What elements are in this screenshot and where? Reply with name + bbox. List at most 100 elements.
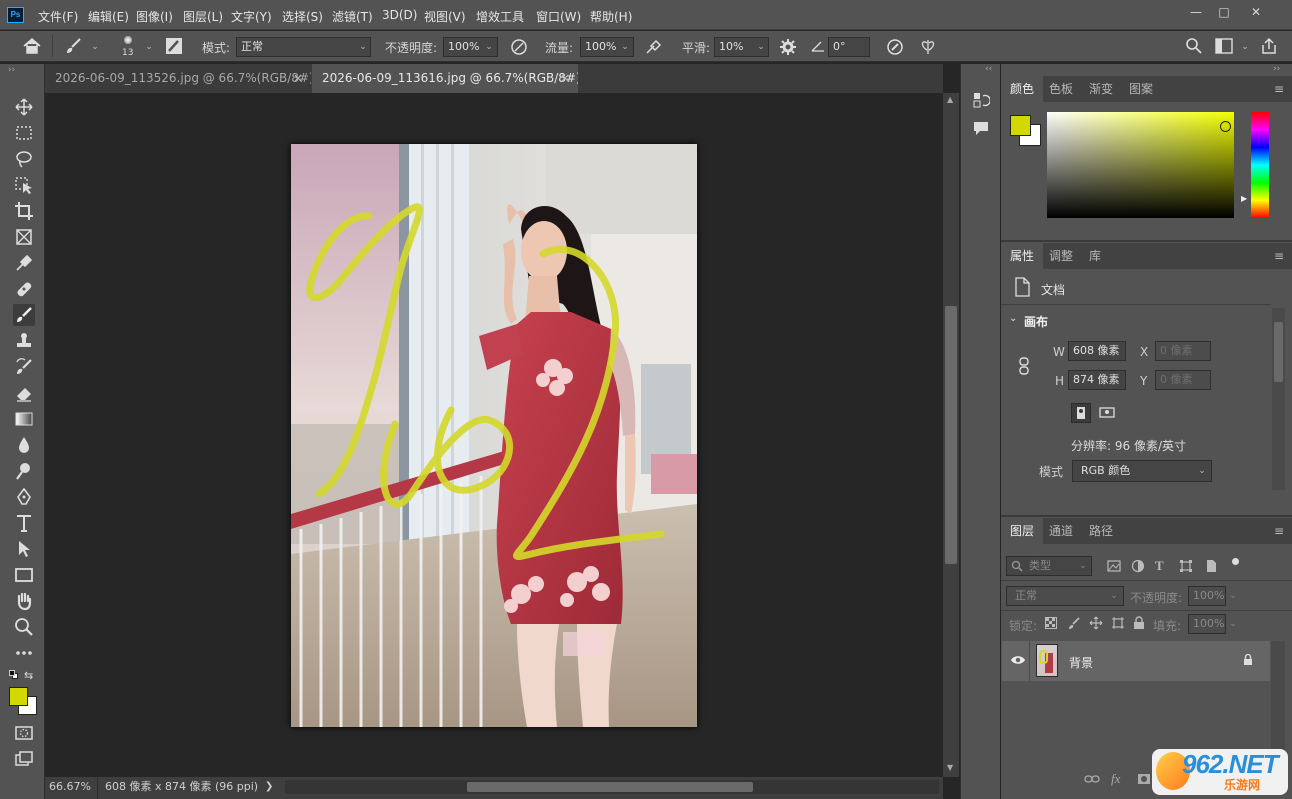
status-menu-arrow-icon[interactable]: ❯ xyxy=(265,778,273,796)
more-tools-icon[interactable] xyxy=(13,642,35,664)
dodge-tool-icon[interactable] xyxy=(13,460,35,482)
lock-pixels-icon[interactable] xyxy=(1067,616,1081,630)
comments-panel-icon[interactable] xyxy=(972,119,990,137)
tab-properties[interactable]: 属性 xyxy=(1001,243,1044,269)
brush-settings-icon[interactable] xyxy=(165,37,183,55)
smoothing-dropdown-icon[interactable]: ⌄ xyxy=(754,38,768,56)
minimize-button[interactable]: — xyxy=(1184,4,1208,20)
menu-edit[interactable]: 编辑(E) xyxy=(88,8,129,25)
pressure-size-icon[interactable] xyxy=(885,37,905,57)
filter-type-icon[interactable]: T xyxy=(1155,558,1164,574)
layer-opacity-input[interactable]: 100% xyxy=(1188,586,1226,606)
mode-select[interactable]: 正常 xyxy=(236,37,371,57)
object-selection-tool-icon[interactable] xyxy=(13,174,35,196)
expand-panel-icon[interactable]: ›› xyxy=(1273,64,1280,74)
document-tab-1[interactable]: 2026-06-09_113526.jpg @ 66.7%(RGB/8#) * … xyxy=(45,64,311,93)
menu-file[interactable]: 文件(F) xyxy=(38,8,78,25)
tab-swatches[interactable]: 色板 xyxy=(1040,76,1082,102)
color-mode-select[interactable]: RGB 颜色 xyxy=(1072,460,1212,482)
height-input[interactable]: 874 像素 xyxy=(1068,370,1126,390)
horizontal-scrollbar[interactable] xyxy=(285,780,939,794)
properties-scroll-thumb[interactable] xyxy=(1274,322,1283,382)
lock-transparent-icon[interactable] xyxy=(1045,617,1057,629)
tab-gradients[interactable]: 渐变 xyxy=(1080,76,1122,102)
collapse-panel-icon[interactable]: ‹‹ xyxy=(985,64,992,74)
width-input[interactable]: 608 像素 xyxy=(1068,341,1126,361)
rectangle-tool-icon[interactable] xyxy=(13,564,35,586)
lock-artboard-icon[interactable] xyxy=(1111,616,1125,630)
history-brush-tool-icon[interactable] xyxy=(13,356,35,378)
brush-preset-icon[interactable] xyxy=(64,37,84,55)
workspace-icon[interactable] xyxy=(1215,38,1233,54)
eraser-tool-icon[interactable] xyxy=(13,382,35,404)
move-tool-icon[interactable] xyxy=(13,96,35,118)
brush-preset-dropdown-icon[interactable]: ⌄ xyxy=(88,38,102,56)
eye-icon[interactable] xyxy=(1010,654,1026,666)
path-selection-tool-icon[interactable] xyxy=(13,538,35,560)
menu-layer[interactable]: 图层(L) xyxy=(183,8,223,25)
properties-scrollbar[interactable] xyxy=(1272,308,1285,490)
clone-stamp-tool-icon[interactable] xyxy=(13,330,35,352)
x-input[interactable]: 0 像素 xyxy=(1155,341,1211,361)
panel-menu-icon[interactable]: ≡ xyxy=(1274,82,1284,96)
filter-pixel-icon[interactable] xyxy=(1107,559,1121,573)
panel-menu-icon[interactable]: ≡ xyxy=(1274,249,1284,263)
healing-brush-tool-icon[interactable] xyxy=(13,278,35,300)
history-panel-icon[interactable] xyxy=(972,91,990,109)
quick-mask-icon[interactable] xyxy=(13,722,35,744)
lock-position-icon[interactable] xyxy=(1089,616,1103,630)
filter-smart-object-icon[interactable] xyxy=(1204,559,1218,573)
filter-shape-icon[interactable] xyxy=(1179,559,1193,573)
hand-tool-icon[interactable] xyxy=(13,590,35,612)
layer-effects-icon[interactable]: fx xyxy=(1111,771,1120,787)
default-colors-icon[interactable] xyxy=(9,670,18,679)
color-picker-field[interactable] xyxy=(1047,112,1234,218)
zoom-tool-icon[interactable] xyxy=(13,616,35,638)
tab-libraries[interactable]: 库 xyxy=(1080,243,1110,269)
scroll-down-icon[interactable]: ▼ xyxy=(947,763,953,772)
lasso-tool-icon[interactable] xyxy=(13,148,35,170)
pen-tool-icon[interactable] xyxy=(13,486,35,508)
type-tool-icon[interactable] xyxy=(13,512,35,534)
vertical-scroll-thumb[interactable] xyxy=(945,306,957,564)
close-tab-icon[interactable]: × xyxy=(293,64,303,93)
pressure-opacity-icon[interactable] xyxy=(509,37,529,57)
angle-input[interactable]: 0° xyxy=(828,37,870,57)
collapse-left-icon[interactable]: ›› xyxy=(8,65,15,75)
document-canvas[interactable] xyxy=(291,144,697,727)
tab-color[interactable]: 颜色 xyxy=(1001,76,1044,102)
layer-opacity-dropdown-icon[interactable]: ⌄ xyxy=(1226,587,1240,605)
marquee-tool-icon[interactable] xyxy=(13,122,35,144)
eyedropper-tool-icon[interactable] xyxy=(13,252,35,274)
blur-tool-icon[interactable] xyxy=(13,434,35,456)
menu-plugins[interactable]: 增效工具 xyxy=(476,8,524,25)
close-button[interactable]: ✕ xyxy=(1244,4,1268,20)
flow-dropdown-icon[interactable]: ⌄ xyxy=(618,38,632,56)
color-panel-foreground-swatch[interactable] xyxy=(1010,115,1031,136)
share-icon[interactable] xyxy=(1260,37,1278,55)
y-input[interactable]: 0 像素 xyxy=(1155,370,1211,390)
layer-row[interactable]: 背景 xyxy=(1002,641,1270,681)
layer-name[interactable]: 背景 xyxy=(1069,654,1093,671)
menu-view[interactable]: 视图(V) xyxy=(424,8,466,25)
screen-mode-icon[interactable] xyxy=(13,748,35,770)
canvas-area[interactable] xyxy=(45,93,943,777)
hue-slider-handle-icon[interactable]: ▶ xyxy=(1241,194,1247,203)
color-picker-cursor[interactable] xyxy=(1220,121,1231,132)
brush-size-picker[interactable]: 13 xyxy=(116,34,140,60)
menu-3d[interactable]: 3D(D) xyxy=(382,8,417,22)
link-dimensions-icon[interactable] xyxy=(1018,357,1030,375)
tab-paths[interactable]: 路径 xyxy=(1080,518,1122,544)
fill-input[interactable]: 100% xyxy=(1188,614,1226,634)
lock-all-icon[interactable] xyxy=(1133,616,1145,630)
swap-colors-icon[interactable]: ⇆ xyxy=(24,669,33,682)
landscape-orientation-icon[interactable] xyxy=(1098,403,1118,423)
hue-slider[interactable] xyxy=(1251,112,1269,218)
foreground-color-swatch[interactable] xyxy=(9,687,28,706)
search-icon[interactable] xyxy=(1185,37,1203,55)
opacity-dropdown-icon[interactable]: ⌄ xyxy=(482,38,496,56)
scroll-up-icon[interactable]: ▲ xyxy=(947,95,953,104)
home-icon[interactable] xyxy=(22,37,42,55)
chevron-down-icon[interactable]: ⌄ xyxy=(1009,313,1017,324)
portrait-orientation-icon[interactable] xyxy=(1071,403,1091,423)
